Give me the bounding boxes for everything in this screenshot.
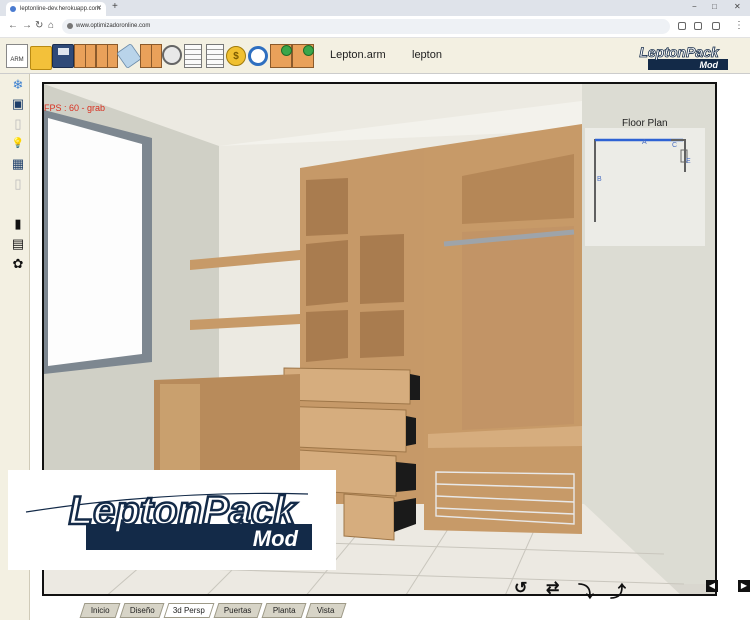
logo-large-graphic: LeptonPack Mod <box>25 488 312 551</box>
reload-icon[interactable]: ↻ <box>35 20 43 31</box>
door-light-icon[interactable]: ▯ <box>10 176 26 192</box>
tab-label: Inicio <box>90 606 110 615</box>
logo-small-line1: LeptonPack <box>639 44 720 60</box>
report-icon[interactable] <box>184 44 202 68</box>
user-label: lepton <box>412 49 442 61</box>
cabinet-green-icon[interactable] <box>292 44 314 68</box>
tab-label: 3d Persp <box>172 606 205 615</box>
translate-icon[interactable] <box>678 22 686 30</box>
tab-3d-persp[interactable]: 3d Persp <box>163 603 215 618</box>
window-glass <box>48 118 142 366</box>
list-icon[interactable] <box>206 44 224 68</box>
tab-label: Puertas <box>224 606 252 615</box>
tab-planta[interactable]: Planta <box>261 603 307 618</box>
cabinet-icon[interactable] <box>74 44 96 68</box>
logo-large-line2: Mod <box>253 526 299 551</box>
url-field[interactable]: www.optimizadoronline.com <box>62 19 670 34</box>
floor-plan-label-e: E <box>686 158 691 165</box>
maximize-window-icon[interactable]: □ <box>712 2 717 11</box>
swap-view-icon[interactable]: ⇄ <box>546 578 559 598</box>
sidepanel-icon[interactable] <box>712 22 720 30</box>
close-window-icon[interactable]: ✕ <box>734 2 741 11</box>
tab-label: Diseño <box>129 606 155 615</box>
rotate-view-icon[interactable] <box>162 45 182 65</box>
tab-vista[interactable]: Vista <box>305 603 347 618</box>
prev-nav-icon[interactable]: ◀ <box>706 580 718 592</box>
save-disk-icon[interactable] <box>52 44 74 68</box>
cabinet-door-icon[interactable] <box>96 44 118 68</box>
drawer-1 <box>283 367 411 405</box>
leptonpack-logo-large: LeptonPack Mod <box>8 470 336 570</box>
site-favicon-icon <box>10 6 16 12</box>
hd-screen-icon[interactable]: ▣ <box>10 96 26 112</box>
minimize-window-icon[interactable]: − <box>692 2 697 11</box>
browser-tab[interactable]: leptonline-dev.herokuapp.com ✕ <box>6 2 106 16</box>
arm-file-label: Lepton.arm <box>330 49 386 61</box>
url-text: www.optimizadoronline.com <box>76 23 151 29</box>
close-tab-icon[interactable]: ✕ <box>96 4 102 12</box>
drawer-4 <box>343 493 395 541</box>
tab-label: Vista <box>317 606 335 615</box>
rotate-up-icon[interactable]: ⤴ <box>610 578 626 602</box>
plant-icon[interactable]: ✿ <box>10 256 26 272</box>
next-nav-icon[interactable]: ▶ <box>738 580 750 592</box>
home-icon[interactable]: ⌂ <box>48 20 54 31</box>
fps-indicator: FPS : 60 - grab <box>44 103 106 113</box>
fridge-icon[interactable]: ▯ <box>10 116 26 132</box>
forward-icon[interactable]: → <box>22 20 32 31</box>
floor-plan-label-a: A <box>642 139 647 146</box>
cabinet-settings-icon[interactable] <box>270 44 292 68</box>
cabinet-frame-icon[interactable] <box>140 44 162 68</box>
tab-label: Planta <box>272 606 296 615</box>
3d-cube-icon[interactable]: ❄ <box>10 77 26 93</box>
new-tab-button[interactable]: + <box>112 1 118 12</box>
address-bar-row: ← → ↻ ⌂ www.optimizadoronline.com ⋮ <box>0 16 750 38</box>
extensions-icon[interactable] <box>694 22 702 30</box>
rotate-down-icon[interactable]: ⤵ <box>578 578 594 602</box>
window-icon[interactable]: ▦ <box>10 156 26 172</box>
back-icon[interactable]: ← <box>8 20 18 31</box>
undo-view-icon[interactable]: ↺ <box>514 578 527 598</box>
browser-tabbar: leptonline-dev.herokuapp.com ✕ + − □ ✕ <box>0 0 750 16</box>
open-folder-icon[interactable] <box>30 46 52 70</box>
door-dark-icon[interactable]: ▮ <box>10 216 26 232</box>
leptonpack-logo-small: LeptonPack Mod <box>639 44 728 70</box>
lightbulb-icon[interactable]: 💡 <box>10 136 26 152</box>
browser-menu-icon[interactable]: ⋮ <box>734 20 744 31</box>
price-coin-icon[interactable]: $ <box>226 46 246 66</box>
floor-plan-label-c: C <box>672 142 678 149</box>
tab-diseno[interactable]: Diseño <box>119 603 165 618</box>
logo-small-line2: Mod <box>700 60 719 70</box>
floor-plan-title: Floor Plan <box>622 118 668 129</box>
browser-tab-title: leptonline-dev.herokuapp.com <box>20 6 100 12</box>
site-info-icon[interactable] <box>67 23 73 29</box>
tab-inicio[interactable]: Inicio <box>79 603 121 618</box>
refresh-icon[interactable] <box>248 46 268 66</box>
arm-doc-icon[interactable]: ARM <box>6 44 28 68</box>
tab-puertas[interactable]: Puertas <box>213 603 263 618</box>
floor-plan-label-b: B <box>597 176 602 183</box>
film-icon[interactable]: ▤ <box>10 236 26 252</box>
